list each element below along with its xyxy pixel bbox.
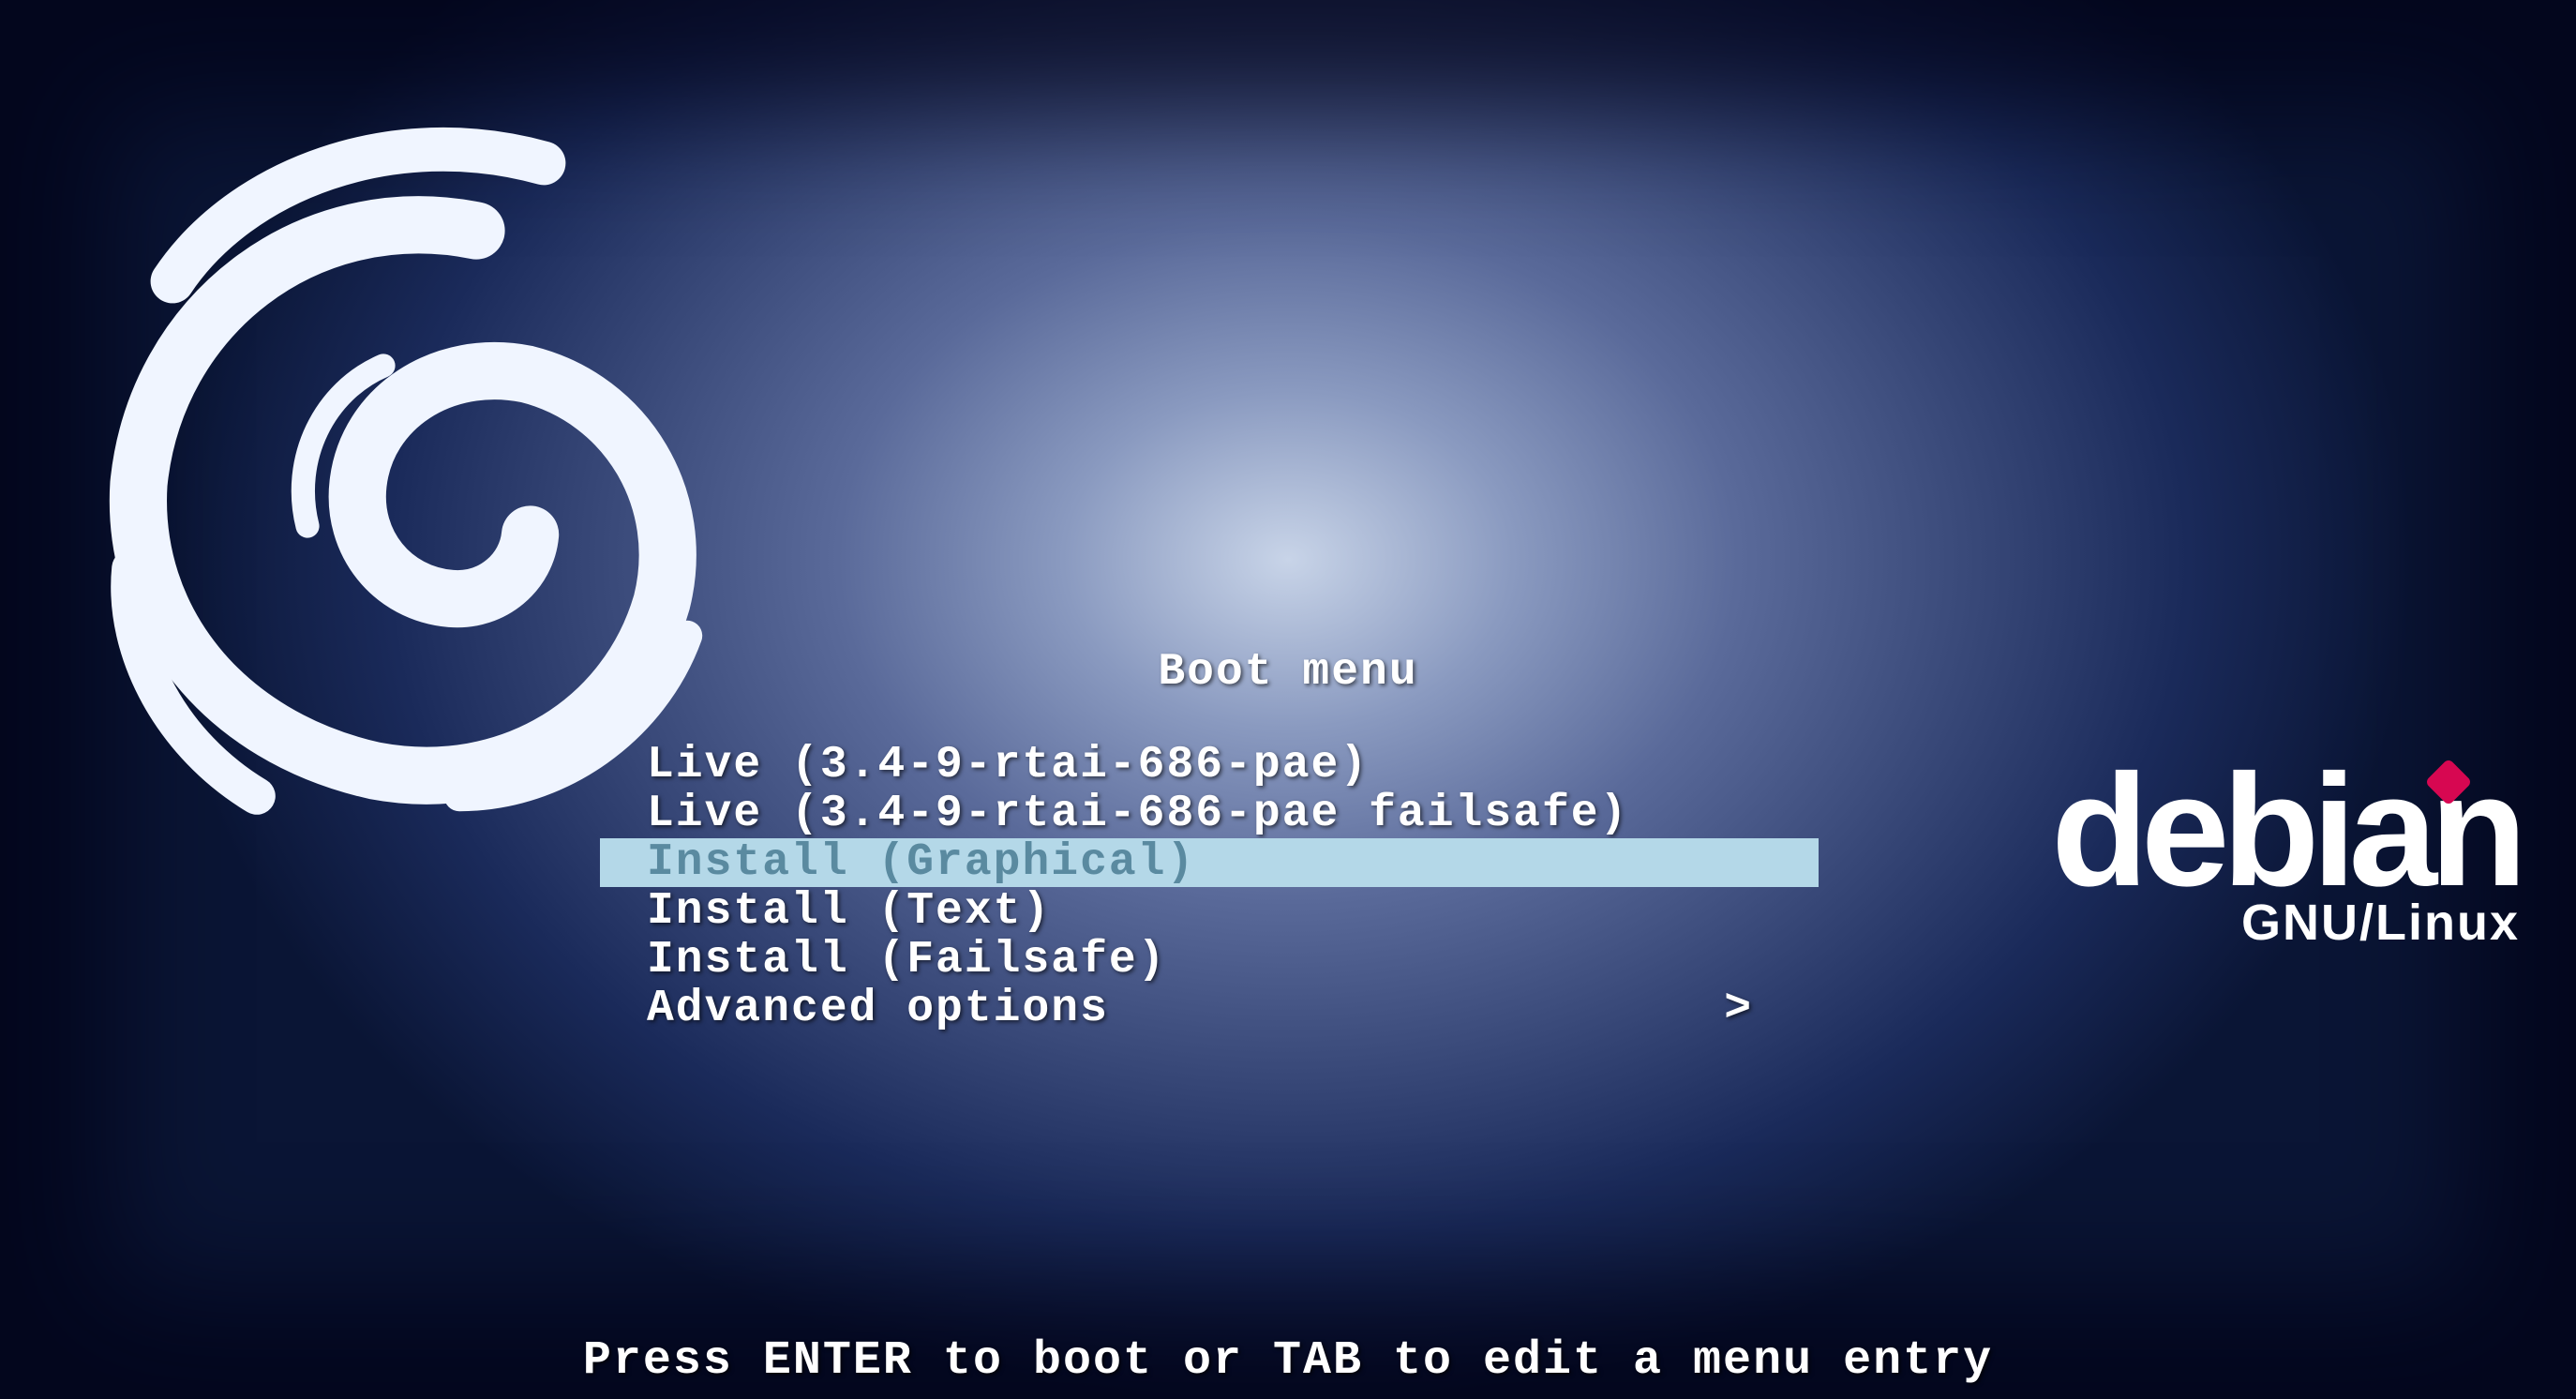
menu-item-label: Live (3.4-9-rtai-686-pae failsafe) — [647, 789, 1628, 839]
boot-menu-list: Live (3.4-9-rtai-686-pae) Live (3.4-9-rt… — [600, 741, 1819, 1033]
menu-item-install-failsafe[interactable]: Install (Failsafe) — [600, 936, 1819, 985]
menu-item-live[interactable]: Live (3.4-9-rtai-686-pae) — [600, 741, 1819, 790]
boot-menu-title: Boot menu — [0, 647, 2576, 698]
footer-hint: Press ENTER to boot or TAB to edit a men… — [0, 1334, 2576, 1388]
menu-item-advanced-options[interactable]: Advanced options > — [600, 985, 1819, 1033]
menu-item-label: Live (3.4-9-rtai-686-pae) — [647, 740, 1369, 790]
menu-item-label: Install (Failsafe) — [647, 935, 1166, 985]
chevron-right-icon: > — [1724, 985, 1753, 1033]
menu-item-install-graphical[interactable]: Install (Graphical) — [600, 838, 1819, 887]
menu-item-label: Install (Graphical) — [647, 837, 1195, 888]
menu-item-label: Install (Text) — [647, 886, 1051, 937]
menu-item-install-text[interactable]: Install (Text) — [600, 887, 1819, 936]
menu-item-live-failsafe[interactable]: Live (3.4-9-rtai-686-pae failsafe) — [600, 790, 1819, 838]
menu-item-label: Advanced options — [647, 984, 1109, 1034]
debian-brand-logo: debian GNU/Linux — [2051, 760, 2520, 952]
